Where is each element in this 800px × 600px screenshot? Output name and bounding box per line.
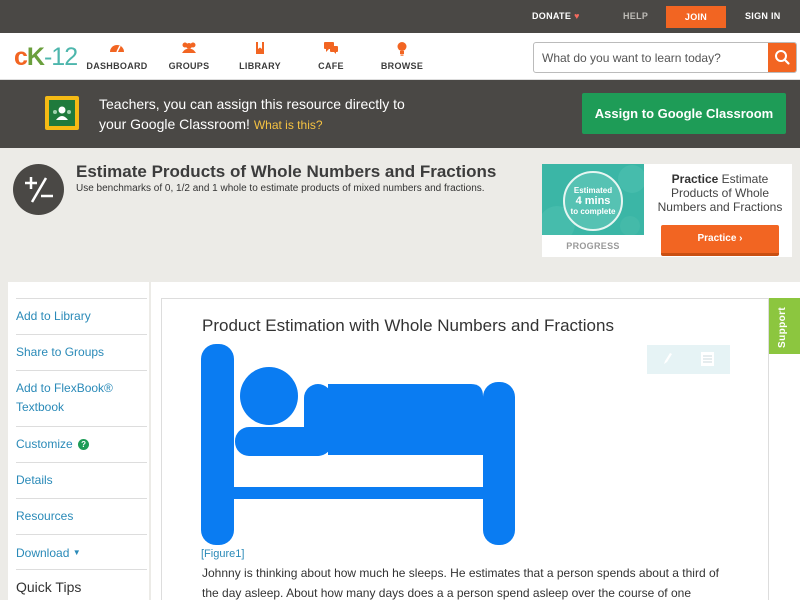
top-bar: DONATE ♥ HELP JOIN SIGN IN [0,0,800,33]
quick-tips-heading[interactable]: Quick Tips [16,569,147,595]
banner-message: Teachers, you can assign this resource d… [99,94,499,135]
heart-icon: ♥ [574,11,580,21]
chevron-right-icon: › [739,233,743,244]
sidebar: Add to Library Share to Groups Add to Fl… [8,282,149,600]
nav-cafe-label: CAFE [318,61,344,71]
assign-google-classroom-button[interactable]: Assign to Google Classroom [582,93,786,134]
search-icon [775,50,790,65]
page-title: Estimate Products of Whole Numbers and F… [76,162,497,181]
nav-library[interactable]: LIBRARY [225,41,295,71]
search-box [533,42,797,73]
banner-line1: Teachers, you can assign this resource d… [99,96,405,112]
practice-description: Practice Estimate Products of Whole Numb… [651,172,789,214]
join-button[interactable]: JOIN [666,6,726,28]
sidebar-item-download[interactable]: Download ▼ [16,534,147,570]
sidebar-item-share-to-groups[interactable]: Share to Groups [16,334,147,370]
groups-icon [154,41,224,55]
donate-link[interactable]: DONATE ♥ [532,0,580,33]
help-link[interactable]: HELP [623,0,648,33]
logo-12: -12 [43,43,78,71]
nav-cafe[interactable]: CAFE [296,41,366,71]
nav-dashboard[interactable]: DASHBOARD [82,41,152,71]
search-button[interactable] [768,43,796,72]
ck12-logo[interactable]: cK-12 [14,43,78,72]
caret-down-icon: ▼ [72,548,81,557]
practice-progress-image: Estimated 4 mins to complete [542,164,644,235]
plus-minus-icon [13,164,64,215]
notes-icon[interactable] [700,351,715,372]
browse-icon [367,41,437,56]
cafe-icon [296,41,366,55]
nav-dashboard-label: DASHBOARD [86,61,148,71]
estimated-time-badge: Estimated 4 mins to complete [563,171,623,231]
practice-button-label: Practice [697,233,737,244]
logo-k: K [26,43,45,71]
banner-line2: your Google Classroom! [99,116,250,132]
estimated-label: Estimated [573,186,613,195]
nav-library-label: LIBRARY [239,61,281,71]
sidebar-item-add-to-flexbook[interactable]: Add to FlexBook® Textbook [16,370,147,426]
sidebar-item-customize[interactable]: Customize ? [16,426,147,462]
google-classroom-icon [45,96,79,130]
sidebar-item-details[interactable]: Details [16,462,147,498]
sidebar-item-resources[interactable]: Resources [16,498,147,534]
content-tools [647,345,730,374]
figure1-bed-image [201,344,515,545]
download-label: Download [16,546,70,560]
signin-link[interactable]: SIGN IN [745,0,781,33]
sidebar-item-add-to-library[interactable]: Add to Library [16,298,147,334]
search-input[interactable] [542,49,762,67]
what-is-this-link[interactable]: What is this? [254,118,323,132]
nav-groups-label: GROUPS [168,61,210,71]
customize-label: Customize [16,437,73,451]
practice-button[interactable]: Practice › [661,225,779,256]
library-icon [225,41,295,55]
nav-bar: cK-12 DASHBOARD GROUPS LIBRARY CAFE BROW… [0,33,800,80]
dashboard-icon [82,41,152,55]
page-subtitle: Use benchmarks of 0, 1/2 and 1 whole to … [76,183,485,194]
support-tab[interactable]: Support [769,298,800,354]
to-complete-label: to complete [570,207,616,216]
figure1-link[interactable]: [Figure1] [201,548,244,560]
content-title: Product Estimation with Whole Numbers an… [202,316,614,335]
nav-browse-label: BROWSE [380,61,424,71]
donate-label: DONATE [532,11,572,21]
progress-label: PROGRESS [566,241,620,251]
support-label: Support [777,306,788,348]
practice-bold: Practice [671,172,719,186]
nav-groups[interactable]: GROUPS [154,41,224,71]
pencil-icon[interactable] [661,351,673,372]
nav-browse[interactable]: BROWSE [367,41,437,71]
estimated-mins: 4 mins [575,195,611,207]
help-icon[interactable]: ? [78,439,90,450]
content-body-text: Johnny is thinking about how much he sle… [202,566,719,600]
practice-card: Estimated 4 mins to complete PROGRESS Pr… [542,164,792,257]
logo-c: c [14,43,28,71]
